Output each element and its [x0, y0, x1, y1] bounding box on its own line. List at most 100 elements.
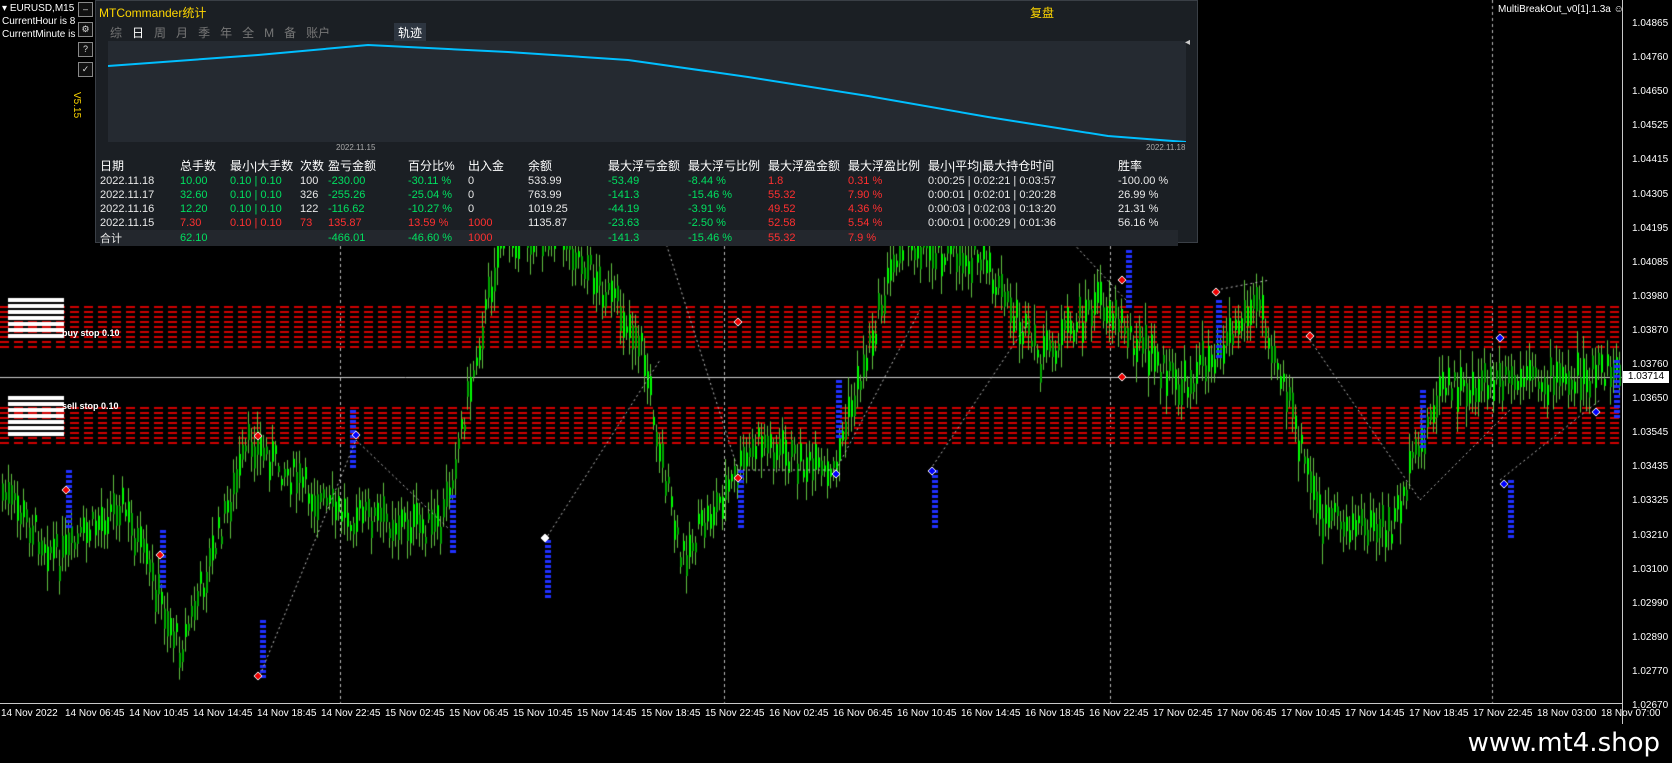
price-tick-label: 1.04195: [1632, 222, 1669, 234]
column-header[interactable]: 最大浮盈比例: [848, 157, 928, 174]
table-cell: -53.49: [608, 175, 640, 187]
tab-M[interactable]: M: [264, 26, 274, 40]
price-tick-label: 1.04085: [1632, 256, 1669, 268]
price-tick-label: 1.02770: [1632, 665, 1669, 677]
current-minute: CurrentMinute is 0: [2, 29, 84, 40]
column-header[interactable]: 余额: [528, 157, 608, 174]
table-cell: 2022.11.17: [100, 189, 155, 201]
table-cell: 2022.11.15: [100, 217, 155, 229]
equity-curve: [107, 43, 1187, 143]
tab-年[interactable]: 年: [220, 24, 232, 41]
check-icon[interactable]: ✓: [78, 62, 93, 77]
total-cell: [300, 230, 328, 246]
table-cell: 100: [300, 175, 319, 187]
column-header[interactable]: 最大浮亏比例: [688, 157, 768, 174]
total-cell: 62.10: [180, 230, 230, 246]
price-tick-label: 1.03870: [1632, 324, 1669, 336]
tab-全[interactable]: 全: [242, 24, 254, 41]
table-cell: 10.00: [180, 175, 208, 187]
current-price-label: 1.03714: [1623, 371, 1669, 383]
bottom-bar: [0, 724, 1672, 763]
table-cell: -141.3: [608, 189, 640, 201]
price-tick-label: 1.03435: [1632, 461, 1669, 473]
price-tick-label: 1.04305: [1632, 188, 1669, 200]
mini-date-start: 2022.11.15: [336, 143, 376, 152]
tab-track[interactable]: 轨迹: [394, 23, 427, 42]
total-cell: [528, 230, 608, 246]
total-cell: -466.01: [328, 230, 408, 246]
table-cell: 0: [468, 203, 475, 215]
tab-备[interactable]: 备: [284, 24, 296, 41]
tab-账户[interactable]: 账户: [306, 24, 330, 41]
time-tick-label: 15 Nov 22:45: [705, 708, 765, 719]
table-cell: 0.10 | 0.10: [230, 203, 282, 215]
price-tick-label: 1.02890: [1632, 631, 1669, 643]
column-header[interactable]: 最大浮盈金额: [768, 157, 848, 174]
stats-table: 日期 总手数 最小|大手数 次数 盈亏金额 百分比% 出入金 余额 最大浮亏金额 最大浮亏比例 最大…: [100, 157, 1178, 246]
price-tick-label: 1.02990: [1632, 597, 1669, 609]
period-tabs: 综日周月季年全 M 备账户: [110, 24, 340, 41]
table-cell: -100.00 %: [1118, 175, 1169, 187]
column-header[interactable]: 最小|平均|最大持仓时间: [928, 157, 1118, 174]
column-header[interactable]: 次数: [300, 157, 328, 174]
table-cell: 1.8: [768, 175, 784, 187]
price-tick-label: 1.04525: [1632, 120, 1669, 132]
help-icon[interactable]: ?: [78, 42, 93, 57]
table-row[interactable]: 2022.11.18 10.00 0.10 | 0.10 100 -230.00 -30.…: [100, 174, 1178, 188]
total-row: 合计 62.10 -466.01 -46.60 % 1000 -141.3 -15.46 %…: [100, 230, 1178, 246]
symbol-timeframe: EURUSD,M15: [9, 3, 75, 14]
total-cell: [928, 230, 1118, 246]
table-cell: 0.31 %: [848, 175, 883, 187]
panel-title: MTCommander统计: [99, 6, 207, 20]
time-tick-label: 17 Nov 02:45: [1153, 708, 1213, 719]
equity-mini-chart: ◂: [107, 37, 1190, 143]
column-header[interactable]: 日期: [100, 157, 180, 174]
column-header[interactable]: 盈亏金额: [328, 157, 408, 174]
table-cell: 0:00:25 | 0:02:21 | 0:03:57: [928, 175, 1057, 187]
tab-季[interactable]: 季: [198, 24, 210, 41]
version-label: V5.15: [71, 92, 82, 119]
column-header[interactable]: 最小|大手数: [230, 157, 300, 174]
time-tick-label: 15 Nov 02:45: [385, 708, 445, 719]
tab-月[interactable]: 月: [176, 24, 188, 41]
price-tick-label: 1.03100: [1632, 563, 1669, 575]
table-cell: 1135.87: [528, 217, 567, 229]
table-cell: 122: [300, 203, 319, 215]
table-cell: 7.90 %: [848, 189, 883, 201]
table-cell: 13.59 %: [408, 217, 449, 229]
total-cell: [230, 230, 300, 246]
time-tick-label: 15 Nov 18:45: [641, 708, 701, 719]
table-row[interactable]: 2022.11.17 32.60 0.10 | 0.10 326 -255.26 -25.…: [100, 188, 1178, 202]
column-header[interactable]: 总手数: [180, 157, 230, 174]
time-tick-label: 16 Nov 06:45: [833, 708, 893, 719]
equity-curve-svg: [107, 43, 1187, 143]
tab-综[interactable]: 综: [110, 24, 122, 41]
current-hour: CurrentHour is 8: [2, 16, 76, 27]
table-cell: 0.10 | 0.10: [230, 217, 282, 229]
table-cell: 21.31 %: [1118, 203, 1159, 215]
time-tick-label: 14 Nov 06:45: [65, 708, 125, 719]
column-header[interactable]: 最大浮亏金额: [608, 157, 688, 174]
price-tick-label: 1.03760: [1632, 359, 1669, 370]
table-cell: -30.11 %: [408, 175, 452, 187]
tab-日[interactable]: 日: [132, 24, 144, 41]
price-tick-label: 1.04415: [1632, 154, 1669, 166]
chevron-down-icon[interactable]: ▾: [2, 3, 10, 14]
table-cell: 135.87: [328, 217, 362, 229]
minimize-icon[interactable]: –: [78, 2, 93, 17]
table-cell: 1000: [468, 217, 493, 229]
buy-stop-label: buy stop 0.10: [62, 328, 120, 338]
column-header[interactable]: 出入金: [468, 157, 528, 174]
table-cell: 533.99: [528, 175, 562, 187]
time-tick-label: 16 Nov 02:45: [769, 708, 829, 719]
table-row[interactable]: 2022.11.15 7.30 0.10 | 0.10 73 135.87 13.59 %…: [100, 216, 1178, 230]
column-header[interactable]: 胜率: [1118, 157, 1178, 174]
tab-周[interactable]: 周: [154, 24, 166, 41]
settings-icon[interactable]: ⚙: [78, 22, 93, 37]
total-cell: -141.3: [608, 230, 688, 246]
table-cell: -230.00: [328, 175, 366, 187]
reset-button[interactable]: 复盘: [1030, 4, 1054, 21]
table-row[interactable]: 2022.11.16 12.20 0.10 | 0.10 122 -116.62 -10.…: [100, 202, 1178, 216]
column-header[interactable]: 百分比%: [408, 157, 468, 174]
ea-name: MultiBreakOut_v0[1].1.3a ☺: [1498, 4, 1624, 15]
